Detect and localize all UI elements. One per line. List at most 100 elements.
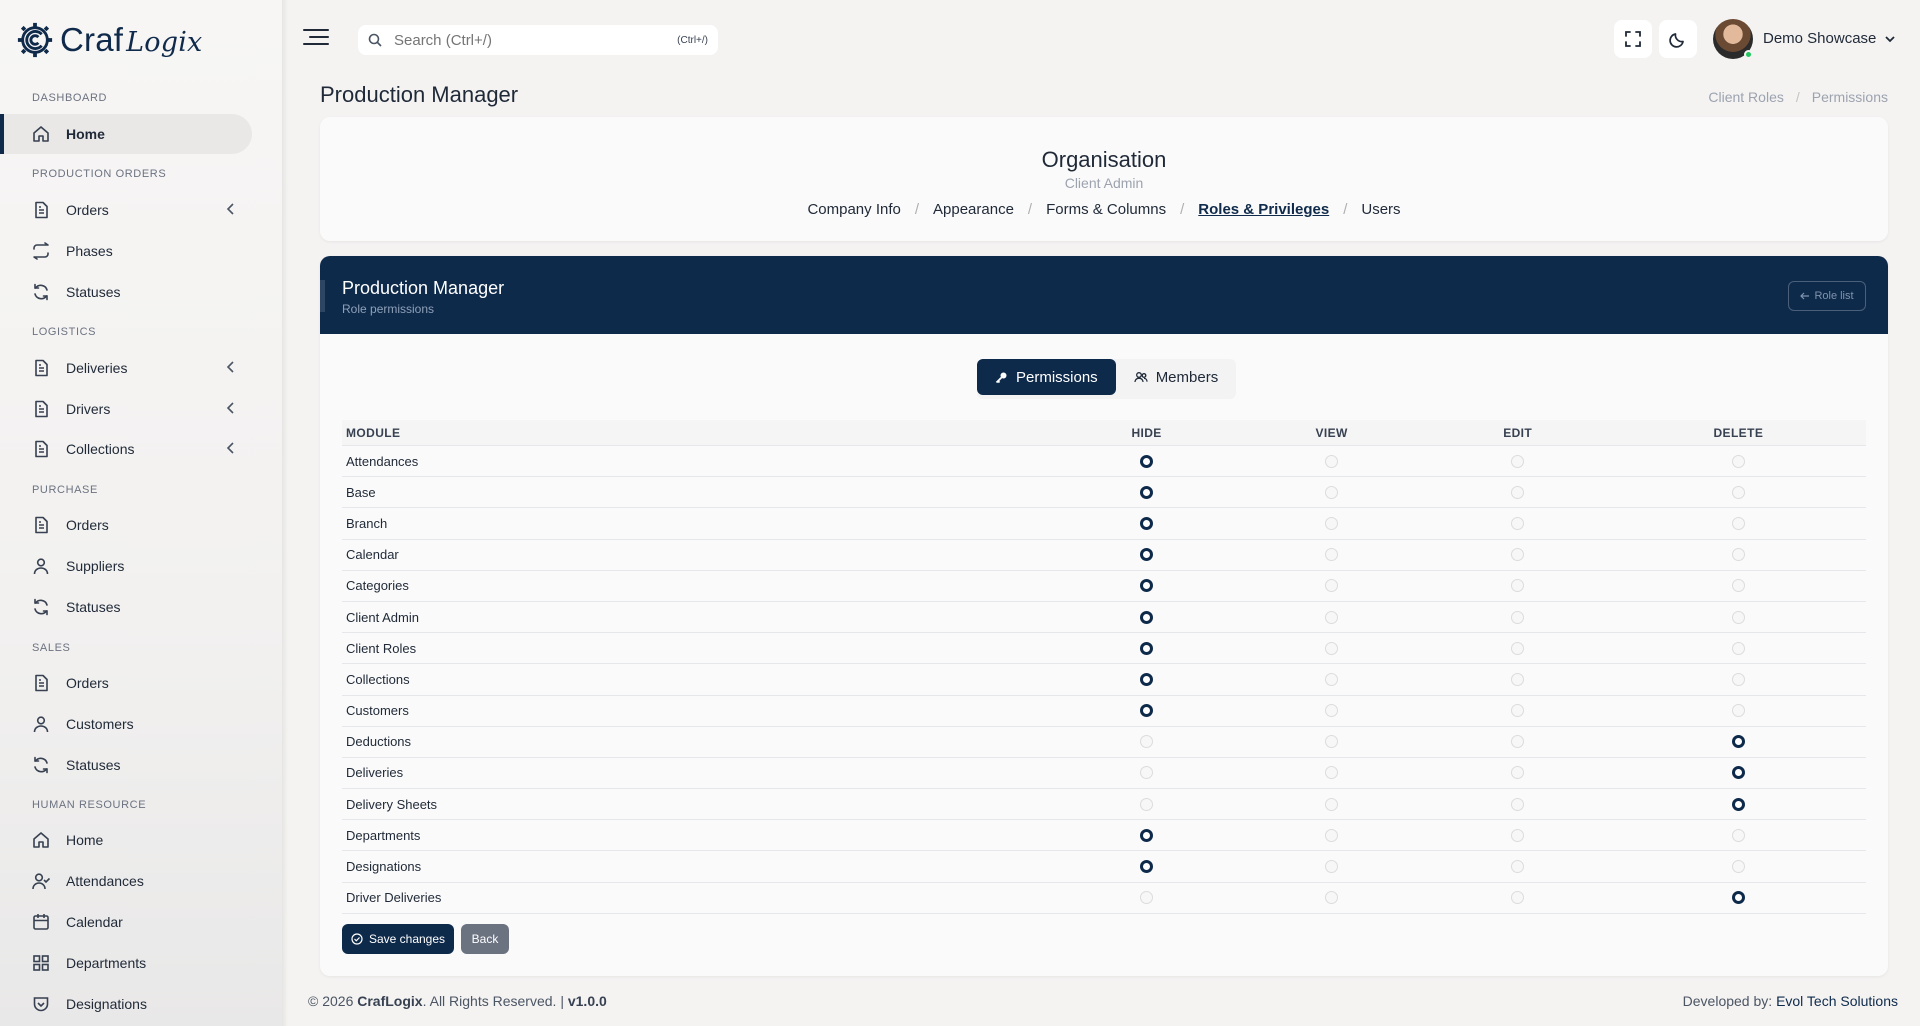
edit-radio[interactable] [1511, 704, 1525, 718]
sidebar-item-collections[interactable]: Collections [0, 429, 252, 469]
edit-radio[interactable] [1511, 516, 1525, 530]
search-bar[interactable]: (Ctrl+/) [358, 25, 718, 55]
view-radio[interactable] [1325, 579, 1339, 593]
edit-radio[interactable] [1511, 735, 1525, 749]
delete-radio[interactable] [1731, 797, 1745, 811]
hide-radio[interactable] [1140, 579, 1154, 593]
role-list-button[interactable]: Role list [1788, 281, 1866, 311]
cell-delete [1611, 454, 1866, 468]
sidebar-item-orders[interactable]: Orders [0, 190, 252, 230]
hide-radio[interactable] [1140, 672, 1154, 686]
sidebar-item-home[interactable]: Home [0, 820, 252, 860]
breadcrumb-client-roles[interactable]: Client Roles [1708, 89, 1783, 105]
user-menu[interactable]: Demo Showcase [1763, 30, 1896, 47]
sidebar-item-departments[interactable]: Departments [0, 943, 252, 983]
delete-radio[interactable] [1731, 891, 1745, 905]
delete-radio[interactable] [1731, 610, 1745, 624]
tab-appearance[interactable]: Appearance [933, 201, 1014, 218]
sidebar-item-suppliers[interactable]: Suppliers [0, 546, 252, 586]
hide-radio[interactable] [1140, 860, 1154, 874]
sidebar-item-drivers[interactable]: Drivers [0, 389, 252, 429]
delete-radio[interactable] [1731, 485, 1745, 499]
delete-radio[interactable] [1731, 548, 1745, 562]
view-radio[interactable] [1325, 548, 1339, 562]
sidebar-item-statuses[interactable]: Statuses [0, 587, 252, 627]
menu-toggle-icon[interactable] [302, 26, 330, 48]
edit-radio[interactable] [1511, 548, 1525, 562]
tab-forms-columns[interactable]: Forms & Columns [1046, 201, 1166, 218]
delete-radio[interactable] [1731, 579, 1745, 593]
hide-radio[interactable] [1140, 610, 1154, 624]
edit-radio[interactable] [1511, 485, 1525, 499]
sidebar-item-orders[interactable]: Orders [0, 663, 252, 703]
view-radio[interactable] [1325, 516, 1339, 530]
edit-radio[interactable] [1511, 891, 1525, 905]
sidebar-item-label: Phases [66, 243, 113, 259]
save-changes-button[interactable]: Save changes [342, 924, 454, 954]
hide-radio[interactable] [1140, 641, 1154, 655]
view-radio[interactable] [1325, 641, 1339, 655]
view-radio[interactable] [1325, 797, 1339, 811]
hide-radio[interactable] [1140, 454, 1154, 468]
delete-radio[interactable] [1731, 860, 1745, 874]
hide-radio[interactable] [1140, 828, 1154, 842]
edit-radio[interactable] [1511, 797, 1525, 811]
tab-members[interactable]: Members [1116, 359, 1237, 395]
view-radio[interactable] [1325, 454, 1339, 468]
view-radio[interactable] [1325, 828, 1339, 842]
hide-radio[interactable] [1140, 548, 1154, 562]
edit-radio[interactable] [1511, 828, 1525, 842]
view-radio[interactable] [1325, 485, 1339, 499]
back-button[interactable]: Back [461, 924, 509, 954]
view-radio[interactable] [1325, 891, 1339, 905]
view-radio[interactable] [1325, 735, 1339, 749]
delete-radio[interactable] [1731, 454, 1745, 468]
sidebar-item-designations[interactable]: Designations [0, 984, 252, 1024]
sidebar-item-attendances[interactable]: Attendances [0, 861, 252, 901]
sidebar-item-deliveries[interactable]: Deliveries [0, 348, 252, 388]
edit-radio[interactable] [1511, 766, 1525, 780]
hide-radio[interactable] [1140, 704, 1154, 718]
delete-radio[interactable] [1731, 704, 1745, 718]
tab-permissions[interactable]: Permissions [977, 359, 1116, 395]
view-radio[interactable] [1325, 704, 1339, 718]
sidebar-item-orders[interactable]: Orders [0, 505, 252, 545]
hide-radio[interactable] [1140, 766, 1154, 780]
sidebar-item-statuses[interactable]: Statuses [0, 745, 252, 785]
hide-radio[interactable] [1140, 485, 1154, 499]
view-radio[interactable] [1325, 766, 1339, 780]
delete-radio[interactable] [1731, 766, 1745, 780]
delete-radio[interactable] [1731, 641, 1745, 655]
delete-radio[interactable] [1731, 672, 1745, 686]
edit-radio[interactable] [1511, 579, 1525, 593]
edit-radio[interactable] [1511, 454, 1525, 468]
avatar[interactable] [1713, 19, 1753, 59]
fullscreen-button[interactable] [1614, 20, 1652, 58]
view-radio[interactable] [1325, 860, 1339, 874]
delete-radio[interactable] [1731, 516, 1745, 530]
hide-radio[interactable] [1140, 891, 1154, 905]
delete-radio[interactable] [1731, 735, 1745, 749]
sidebar-item-phases[interactable]: Phases [0, 231, 252, 271]
hide-radio[interactable] [1140, 735, 1154, 749]
delete-radio[interactable] [1731, 828, 1745, 842]
sidebar-item-home[interactable]: Home [0, 114, 252, 154]
theme-toggle-button[interactable] [1659, 20, 1697, 58]
edit-radio[interactable] [1511, 641, 1525, 655]
sidebar-item-calendar[interactable]: Calendar [0, 902, 252, 942]
hide-radio[interactable] [1140, 797, 1154, 811]
sidebar-item-statuses[interactable]: Statuses [0, 272, 252, 312]
tab-users[interactable]: Users [1361, 201, 1400, 218]
edit-radio[interactable] [1511, 672, 1525, 686]
tab-company-info[interactable]: Company Info [807, 201, 900, 218]
hide-radio[interactable] [1140, 516, 1154, 530]
edit-radio[interactable] [1511, 610, 1525, 624]
view-radio[interactable] [1325, 672, 1339, 686]
sidebar-item-customers[interactable]: Customers [0, 704, 252, 744]
brand-logo[interactable]: Craf Logix [16, 18, 203, 62]
view-radio[interactable] [1325, 610, 1339, 624]
edit-radio[interactable] [1511, 860, 1525, 874]
footer-dev-link[interactable]: Evol Tech Solutions [1776, 993, 1898, 1009]
search-input[interactable] [394, 31, 678, 49]
tab-roles-privileges[interactable]: Roles & Privileges [1198, 201, 1329, 218]
